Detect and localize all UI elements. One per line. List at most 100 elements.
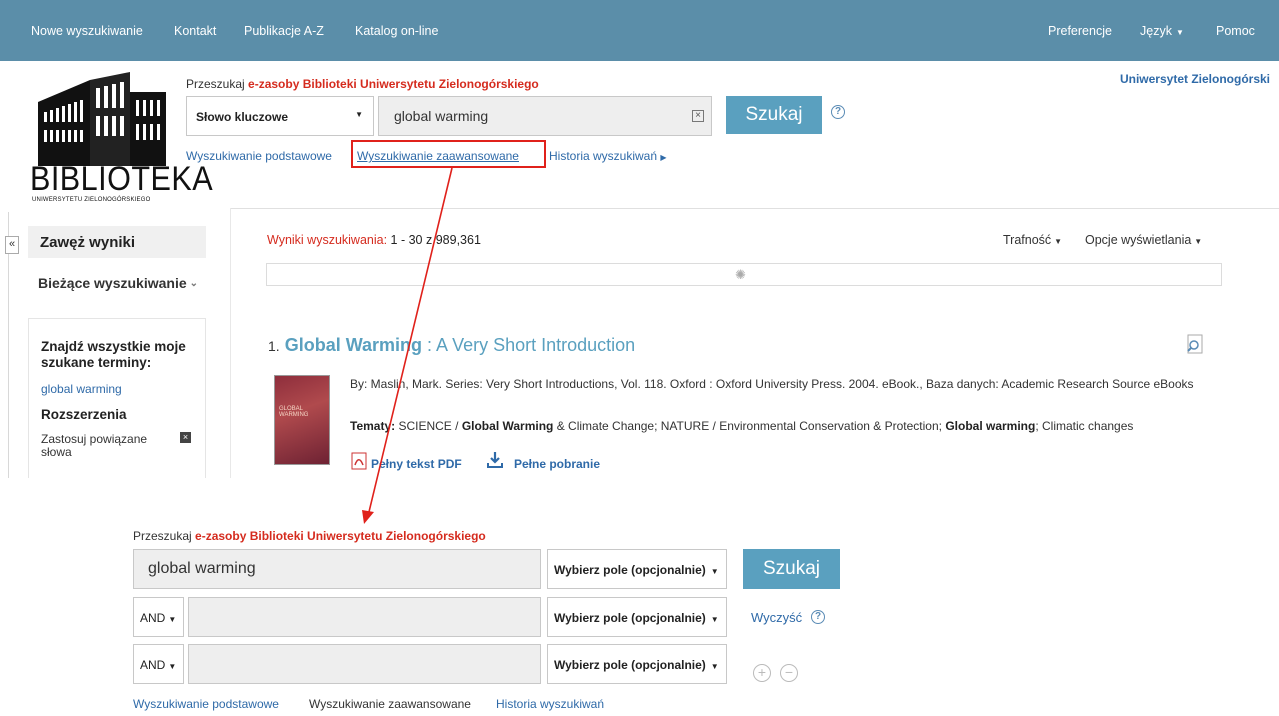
advanced-basic-search-link[interactable]: Wyszukiwanie podstawowe (133, 697, 279, 711)
field-select-row-3-label: Wybierz pole (opcjonalnie) (554, 658, 706, 672)
display-options-label: Opcje wyświetlania (1085, 233, 1192, 247)
display-options-dropdown[interactable]: Opcje wyświetlania ▼ (1085, 233, 1202, 247)
pdf-icon (351, 452, 367, 470)
nav-preferences[interactable]: Preferencje (1048, 24, 1112, 38)
advanced-search-prompt: Przeszukaj e-zasoby Biblioteki Uniwersyt… (133, 529, 486, 543)
nav-catalog[interactable]: Katalog on-line (355, 24, 438, 38)
add-row-icon[interactable]: + (753, 664, 771, 682)
library-building-icon (38, 72, 166, 166)
subjects-highlight-1: Global Warming (461, 419, 554, 433)
caret-right-icon: ▶ (660, 153, 667, 162)
nav-contact[interactable]: Kontakt (174, 24, 216, 38)
library-name: BIBLIOTEKA (30, 160, 214, 198)
field-select-row-2-label: Wybierz pole (opcjonalnie) (554, 611, 706, 625)
results-summary: Wyniki wyszukiwania: 1 - 30 z 989,361 (267, 233, 481, 247)
download-icon (487, 452, 503, 468)
advanced-search-button[interactable]: Szukaj (743, 549, 840, 589)
remove-row-icon[interactable]: − (780, 664, 798, 682)
highlight-box (351, 140, 546, 168)
nav-publications[interactable]: Publikacje A-Z (244, 24, 324, 38)
result-metadata: By: Maslin, Mark. Series: Very Short Int… (350, 377, 1194, 391)
advanced-current-mode: Wyszukiwanie zaawansowane (309, 697, 471, 711)
search-field-select[interactable]: Słowo kluczowe ▼ (186, 96, 374, 136)
nav-help[interactable]: Pomoc (1216, 24, 1255, 38)
preview-icon[interactable] (1185, 334, 1205, 354)
find-all-terms-label: Znajdź wszystkie moje szukane terminy: (41, 339, 186, 370)
chevron-down-icon: ▼ (355, 110, 363, 119)
field-select-row-1[interactable]: Wybierz pole (opcjonalnie) ▼ (547, 549, 727, 589)
chevron-down-icon: ▼ (710, 567, 719, 576)
clear-link[interactable]: Wyczyść (751, 610, 802, 625)
chevron-down-icon: ▼ (1194, 237, 1203, 246)
help-icon[interactable]: ? (831, 105, 845, 119)
search-prompt: Przeszukaj e-zasoby Biblioteki Uniwersyt… (186, 77, 539, 91)
subjects-text-1: SCIENCE / (395, 419, 462, 433)
chevron-down-icon: ▼ (710, 662, 719, 671)
results-summary-range: 1 - 30 z 989,361 (390, 233, 481, 247)
operator-row-3-label: AND (140, 658, 166, 672)
operator-select-row-3[interactable]: AND ▼ (133, 644, 184, 684)
current-search-label: Bieżące wyszukiwanie (38, 275, 187, 291)
operator-select-row-2[interactable]: AND ▼ (133, 597, 184, 637)
field-select-row-1-label: Wybierz pole (opcjonalnie) (554, 563, 706, 577)
advanced-history-link[interactable]: Historia wyszukiwań (496, 697, 604, 711)
field-select-row-3[interactable]: Wybierz pole (opcjonalnie) ▼ (547, 644, 727, 684)
chevron-down-icon: ▼ (168, 662, 177, 671)
nav-language-label: Język (1140, 24, 1172, 38)
advanced-prompt-prefix: Przeszukaj (133, 529, 192, 543)
help-icon[interactable]: ? (811, 610, 825, 624)
search-history-link[interactable]: Historia wyszukiwań ▶ (549, 149, 667, 163)
term-global-warming[interactable]: global warming (41, 382, 122, 396)
result-subjects: Tematy: SCIENCE / Global Warming & Clima… (350, 418, 1230, 434)
sort-label: Trafność (1003, 233, 1052, 247)
header-divider (230, 208, 1279, 209)
advanced-input-row-1-value: global warming (148, 560, 256, 577)
full-download-link[interactable]: Pełne pobranie (514, 457, 600, 471)
book-cover-text: GLOBAL WARMING (279, 406, 309, 418)
search-field-value: Słowo kluczowe (196, 110, 289, 124)
library-subtitle: UNIWERSYTETU ZIELONOGÓRSKIEGO (32, 197, 151, 203)
result-number: 1. (268, 338, 280, 354)
chevron-down-icon: ⌄ (189, 278, 198, 289)
subjects-text-2: & Climate Change; NATURE / Environmental… (553, 419, 946, 433)
chevron-down-icon: ▼ (710, 615, 719, 624)
book-cover-image[interactable]: GLOBAL WARMING (274, 375, 330, 465)
search-input-value: global warming (394, 108, 489, 124)
sort-dropdown[interactable]: Trafność ▼ (1003, 233, 1062, 247)
current-search-header[interactable]: Bieżące wyszukiwanie ⌄ (28, 268, 206, 316)
subjects-highlight-2: Global warming (945, 419, 1036, 433)
nav-new-search[interactable]: Nowe wyszukiwanie (31, 24, 143, 38)
institution-name[interactable]: Uniwersytet Zielonogórski (1120, 72, 1270, 86)
result-title-highlight: Global Warming (284, 335, 423, 355)
chevron-down-icon: ▼ (168, 615, 177, 624)
top-navigation-bar: Nowe wyszukiwanie Kontakt Publikacje A-Z… (0, 0, 1279, 61)
pdf-fulltext-link[interactable]: Pełny tekst PDF (371, 457, 462, 471)
result-title[interactable]: 1. Global Warming : A Very Short Introdu… (268, 335, 635, 356)
field-select-row-2[interactable]: Wybierz pole (opcjonalnie) ▼ (547, 597, 727, 637)
collapse-sidebar-button[interactable]: « (5, 236, 19, 254)
subjects-text-3: ; Climatic changes (1035, 419, 1134, 433)
chevron-down-icon: ▼ (1054, 237, 1063, 246)
expanders-label: Rozszerzenia (41, 407, 127, 422)
results-summary-label: Wyniki wyszukiwania: (267, 233, 388, 247)
loading-spinner-icon: ✺ (735, 267, 746, 282)
content-divider (230, 208, 231, 478)
search-input[interactable]: global warming × (378, 96, 712, 136)
library-logo[interactable]: BIBLIOTEKA UNIWERSYTETU ZIELONOGÓRSKIEGO (28, 72, 213, 204)
advanced-input-row-3[interactable] (188, 644, 541, 684)
search-button[interactable]: Szukaj (726, 96, 822, 134)
result-title-rest: : A Very Short Introduction (422, 335, 636, 355)
search-prompt-prefix: Przeszukaj (186, 77, 245, 91)
clear-input-icon[interactable]: × (692, 110, 704, 122)
advanced-prompt-library: e-zasoby Biblioteki Uniwersytetu Zielono… (195, 529, 486, 543)
advanced-input-row-1[interactable]: global warming (133, 549, 541, 589)
search-history-label: Historia wyszukiwań (549, 149, 658, 163)
subjects-label: Tematy: (350, 419, 396, 433)
nav-language[interactable]: Język ▼ (1140, 24, 1184, 38)
apply-related-words: Zastosuj powiązane słowa (41, 432, 148, 459)
advanced-input-row-2[interactable] (188, 597, 541, 637)
refine-results-title: Zawęż wyniki (28, 226, 206, 258)
basic-search-link[interactable]: Wyszukiwanie podstawowe (186, 149, 332, 163)
remove-expander-icon[interactable]: × (180, 432, 191, 443)
operator-row-2-label: AND (140, 611, 166, 625)
